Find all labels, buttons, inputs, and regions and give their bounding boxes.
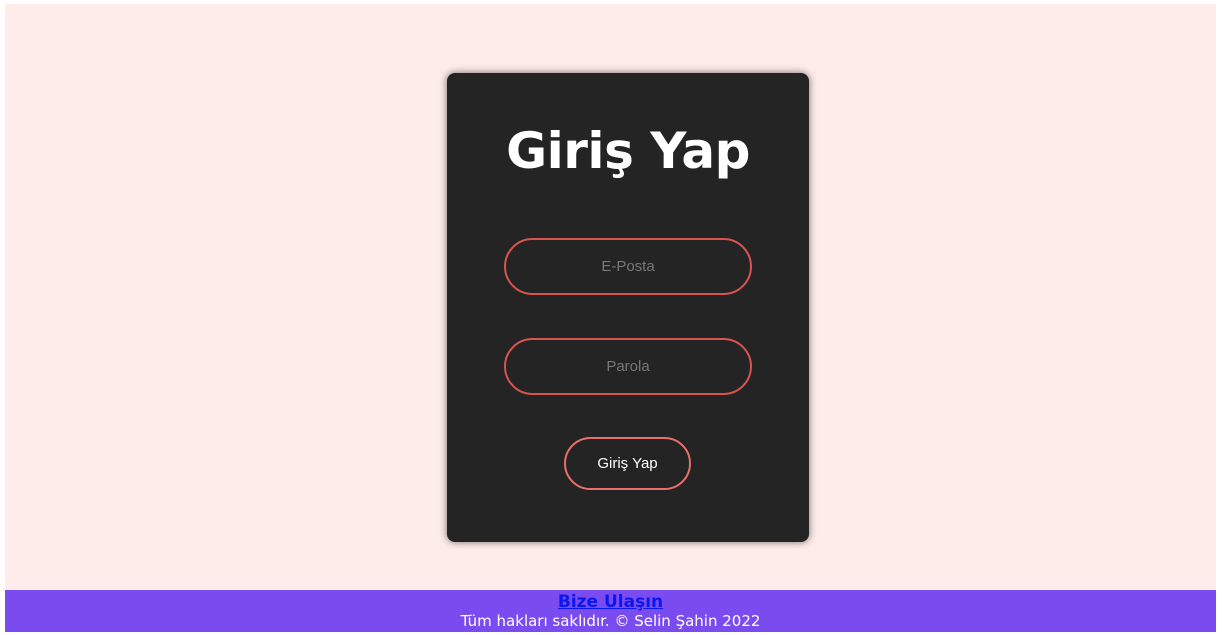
footer: Bize Ulaşın Tüm hakları saklıdır. © Seli… [5,590,1216,632]
login-button[interactable]: Giriş Yap [564,437,691,490]
login-card: Giriş Yap Giriş Yap [447,73,809,542]
password-field[interactable] [504,338,752,395]
email-field[interactable] [504,238,752,295]
copyright-text: Tüm hakları saklıdır. © Selin Şahin 2022 [460,612,761,630]
page-title: Giriş Yap [506,122,750,180]
contact-link[interactable]: Bize Ulaşın [5,592,1216,612]
